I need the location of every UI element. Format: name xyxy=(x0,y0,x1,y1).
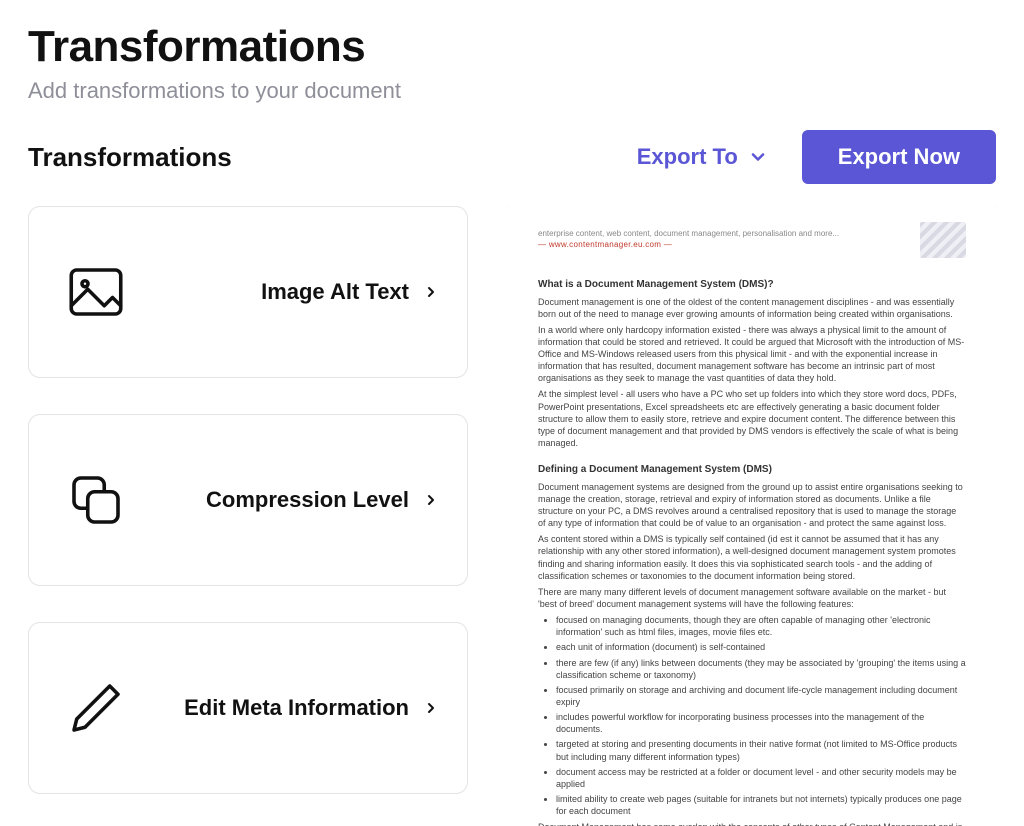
preview-paragraph: Document management is one of the oldest… xyxy=(538,296,966,320)
preview-paragraph: As content stored within a DMS is typica… xyxy=(538,533,966,582)
copy-icon xyxy=(55,467,137,533)
card-label: Edit Meta Information xyxy=(137,695,421,721)
preview-bullet: there are few (if any) links between doc… xyxy=(556,657,966,681)
document-preview-container: enterprise content, web content, documen… xyxy=(508,206,996,826)
card-label: Compression Level xyxy=(137,487,421,513)
actions-group: Export To Export Now xyxy=(631,130,996,184)
chevron-right-icon xyxy=(421,696,441,720)
chevron-right-icon xyxy=(421,488,441,512)
content-row: Image Alt Text Compression Level xyxy=(28,206,996,826)
export-now-button[interactable]: Export Now xyxy=(802,130,996,184)
preview-bullet: limited ability to create web pages (sui… xyxy=(556,793,966,817)
toolbar-row: Transformations Export To Export Now xyxy=(28,130,996,184)
export-to-label: Export To xyxy=(637,144,738,170)
preview-bullet: includes powerful workflow for incorpora… xyxy=(556,711,966,735)
transformations-list: Image Alt Text Compression Level xyxy=(28,206,468,794)
page-root: Transformations Add transformations to y… xyxy=(0,0,1024,826)
document-preview[interactable]: enterprise content, web content, documen… xyxy=(508,206,996,826)
pencil-icon xyxy=(55,675,137,741)
export-now-label: Export Now xyxy=(838,144,960,169)
preview-bullet: document access may be restricted at a f… xyxy=(556,766,966,790)
preview-heading-2: Defining a Document Management System (D… xyxy=(538,463,966,477)
card-image-alt-text[interactable]: Image Alt Text xyxy=(28,206,468,378)
preview-bullet: focused on managing documents, though th… xyxy=(556,614,966,638)
preview-site-url: www.contentmanager.eu.com xyxy=(538,240,920,251)
chevron-right-icon xyxy=(421,280,441,304)
image-icon xyxy=(55,259,137,325)
preview-paragraph: At the simplest level - all users who ha… xyxy=(538,388,966,449)
preview-bullet-list: focused on managing documents, though th… xyxy=(538,614,966,817)
preview-bullet: targeted at storing and presenting docum… xyxy=(556,738,966,762)
card-edit-meta[interactable]: Edit Meta Information xyxy=(28,622,468,794)
preview-paragraph: Document Management has some overlap wit… xyxy=(538,821,966,826)
preview-bullet: each unit of information (document) is s… xyxy=(556,641,966,653)
card-compression-level[interactable]: Compression Level xyxy=(28,414,468,586)
preview-paragraph: In a world where only hardcopy informati… xyxy=(538,324,966,385)
section-title: Transformations xyxy=(28,142,232,173)
page-subtitle: Add transformations to your document xyxy=(28,78,996,104)
preview-tagline: enterprise content, web content, documen… xyxy=(538,229,920,240)
preview-banner: enterprise content, web content, documen… xyxy=(538,222,966,264)
preview-paragraph: There are many many different levels of … xyxy=(538,586,966,610)
preview-paragraph: Document management systems are designed… xyxy=(538,481,966,530)
page-title: Transformations xyxy=(28,22,996,72)
chevron-down-icon xyxy=(748,147,768,167)
export-to-dropdown[interactable]: Export To xyxy=(631,140,774,174)
card-label: Image Alt Text xyxy=(137,279,421,305)
preview-bullet: focused primarily on storage and archivi… xyxy=(556,684,966,708)
preview-heading-1: What is a Document Management System (DM… xyxy=(538,278,966,292)
preview-thumbnail xyxy=(920,222,966,258)
